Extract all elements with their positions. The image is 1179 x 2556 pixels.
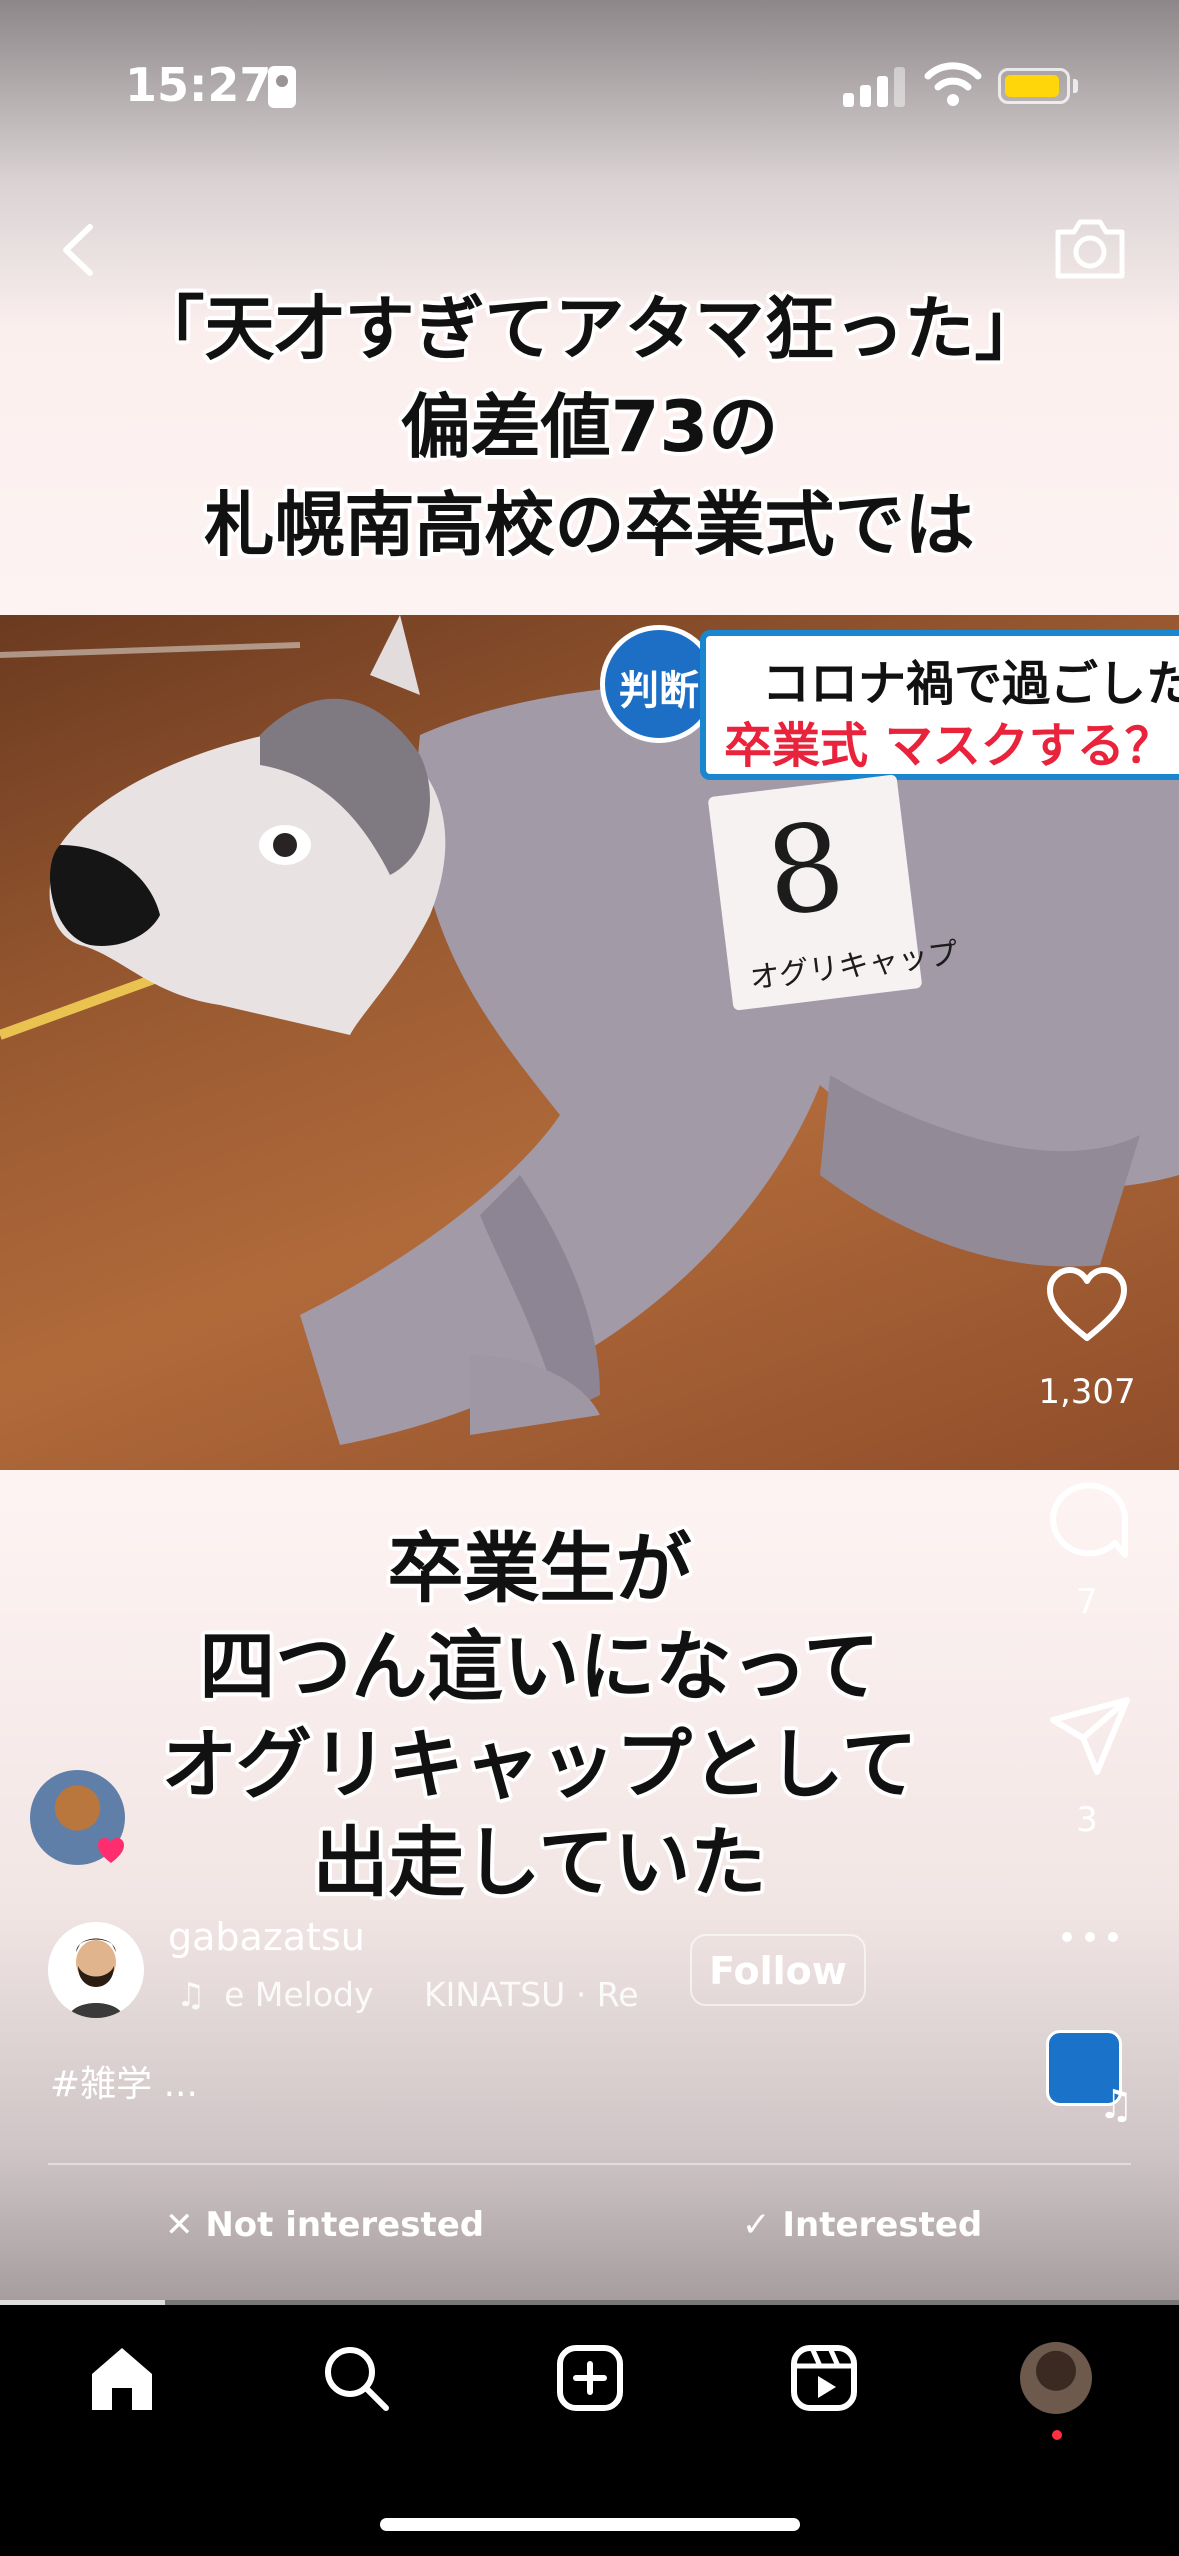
audio-title: e Melody [224,1975,374,2014]
author-username[interactable]: gabazatsu [168,1915,365,1959]
like-count: 1,307 [1038,1372,1136,1412]
more-icon[interactable] [1045,1892,1135,1982]
notification-dot [1052,2430,1062,2440]
caption-line: 卒業生が [387,1524,692,1613]
caption-top: 「天才すぎてアタマ狂った」 偏差値73の 札幌南高校の卒業式では [0,280,1179,574]
audio-track[interactable]: ♫ e Melody KINATSU · Re [168,1975,639,2014]
music-note-icon: ♫ [176,1975,206,2014]
post-caption[interactable]: #雑学 ... [50,2055,198,2107]
follow-button[interactable]: Follow [690,1934,866,2006]
not-interested-button[interactable]: ✕ Not interested [165,2205,484,2245]
interested-button[interactable]: ✓ Interested [742,2205,982,2245]
reels-icon[interactable] [786,2340,862,2416]
caption-line: 偏差値73の [400,386,779,468]
caption-line: 「天才すぎてアタマ狂った」 [134,288,1045,370]
author-avatar[interactable] [48,1922,144,2018]
reel-view[interactable]: 15:27 「天才すぎてアタマ狂った」 偏差値73の 札幌南高校の卒業式では 判… [0,0,1179,2305]
camera-icon[interactable] [1050,210,1130,285]
caption-bottom: 卒業生が 四つん這いになって オグリキャップとして 出走していた [0,1520,1129,1912]
close-icon: ✕ [165,2205,194,2245]
caption-line: 出走していた [312,1818,767,1907]
battery-icon [998,68,1070,104]
caption-line: 札幌南高校の卒業式では [204,484,975,566]
search-icon[interactable] [318,2340,394,2416]
share-icon[interactable] [1045,1690,1135,1780]
audio-artist: KINATSU · Re [424,1975,639,2014]
id-card-icon [268,66,296,108]
music-note-icon: ♫ [1098,2082,1134,2128]
status-time: 15:27 [125,58,272,112]
home-indicator [380,2518,800,2531]
bib-number: 8 [759,796,852,945]
heart-icon[interactable] [1042,1260,1132,1350]
ticker-line-2: 卒業式 マスクする？し [724,718,1179,774]
race-bib: 8 オグリキャップ [707,774,960,1011]
comment-icon[interactable] [1045,1475,1135,1565]
share-count: 3 [1076,1800,1098,1840]
video-frame[interactable]: 判断 コロナ禍で過ごした3 卒業式 マスクする？し 8 オグリキャップ [0,615,1179,1470]
back-icon[interactable] [48,215,108,285]
check-icon: ✓ [742,2205,771,2245]
divider [48,2163,1131,2165]
news-ticker: コロナ禍で過ごした3 卒業式 マスクする？し [700,630,1179,780]
heart-badge-icon [98,1838,124,1863]
home-icon[interactable] [84,2340,160,2416]
ticker-line-1: コロナ禍で過ごした3 [762,656,1179,712]
wifi-icon [924,62,982,106]
comment-count: 7 [1076,1582,1098,1622]
profile-icon[interactable] [1020,2342,1092,2414]
cellular-signal-icon [843,62,905,107]
caption-line: 四つん這いになって [199,1622,880,1711]
caption-line: オグリキャップとして [161,1720,918,1809]
create-icon[interactable] [552,2340,628,2416]
